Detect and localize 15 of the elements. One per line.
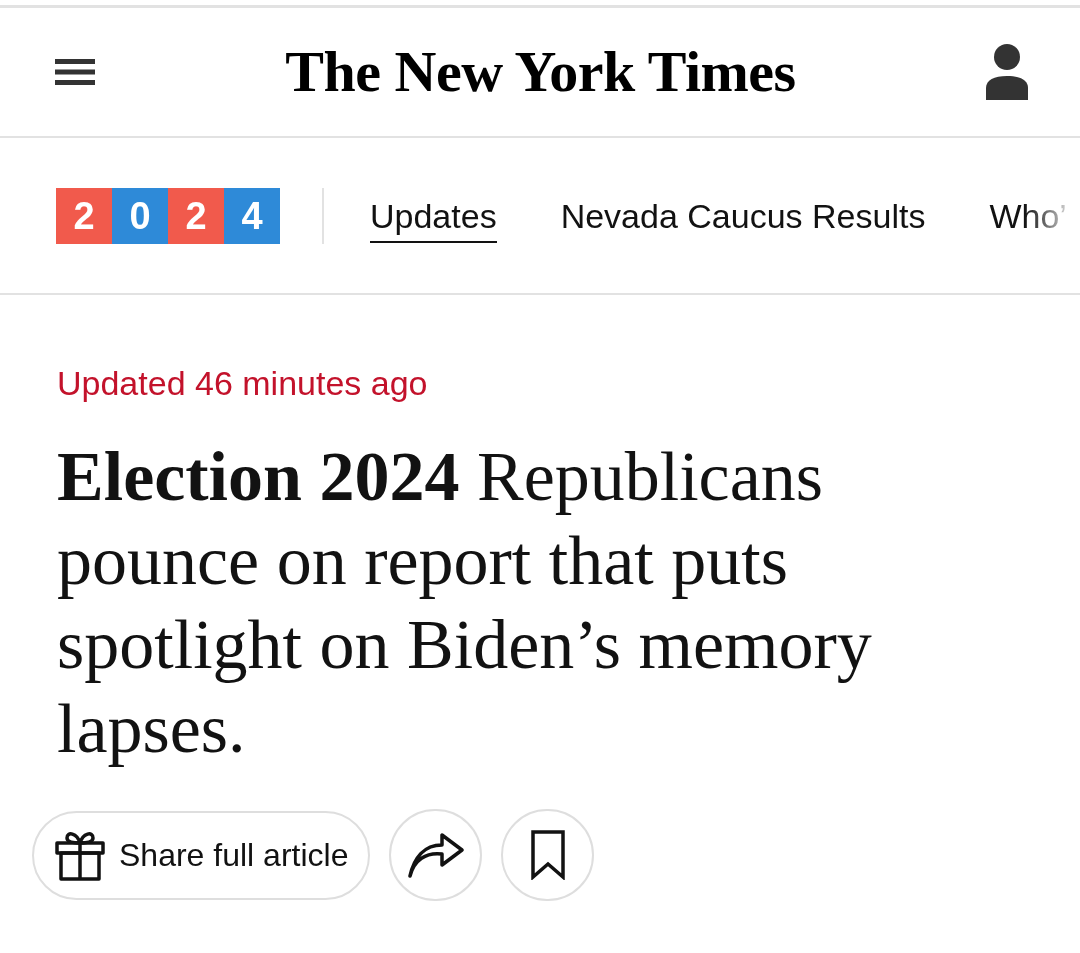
site-logo[interactable]: The New York Times	[285, 37, 796, 107]
year-digit-tile: 2	[56, 187, 112, 244]
section-tab[interactable]: Nevada Caucus Results	[560, 196, 926, 243]
headline: Election 2024 Republicans pounce on report that puts spotlight on Biden’s memory lapses.	[57, 437, 873, 769]
year-digit-tile: 2	[168, 187, 224, 244]
menu-icon[interactable]	[55, 59, 95, 85]
account-icon[interactable]	[986, 44, 1028, 100]
bookmark-icon	[530, 830, 565, 880]
share-article-button[interactable]: Share full article	[32, 810, 371, 900]
section-tab[interactable]: Updates	[370, 196, 497, 243]
gift-icon	[55, 829, 105, 881]
year-digit-tile: 0	[112, 187, 168, 244]
update-timestamp: Updated 46 minutes ago	[57, 363, 428, 403]
share-icon	[407, 832, 464, 878]
year-digit-tile: 4	[224, 187, 280, 244]
